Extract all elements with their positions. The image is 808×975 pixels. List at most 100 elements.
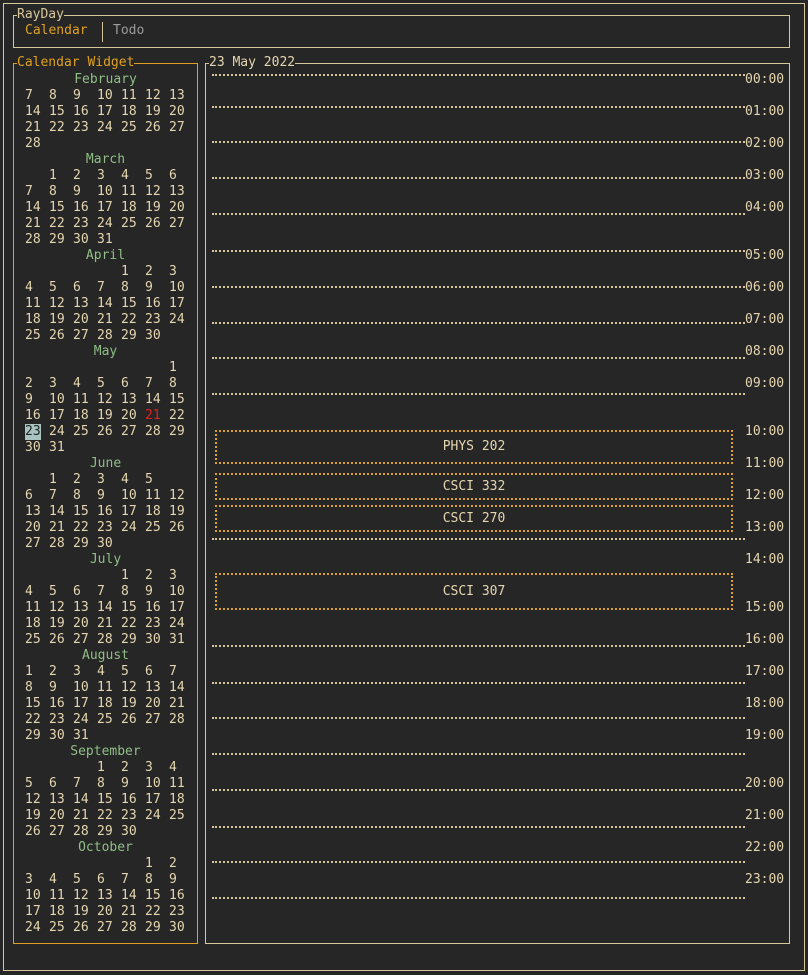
day-cell[interactable]: 17: [49, 408, 65, 424]
day-cell[interactable]: 21: [97, 312, 113, 328]
day-cell[interactable]: 7: [145, 376, 153, 392]
day-cell[interactable]: 27: [145, 712, 161, 728]
day-cell[interactable]: 24: [73, 712, 89, 728]
day-cell[interactable]: 3: [145, 760, 153, 776]
day-cell[interactable]: 29: [121, 632, 137, 648]
day-cell[interactable]: 13: [73, 296, 89, 312]
day-cell[interactable]: 20: [97, 904, 113, 920]
day-cell[interactable]: 27: [49, 824, 65, 840]
day-cell[interactable]: 6: [121, 376, 129, 392]
day-cell[interactable]: 7: [49, 488, 57, 504]
day-cell[interactable]: 4: [121, 168, 129, 184]
day-cell[interactable]: 10: [25, 888, 41, 904]
day-cell[interactable]: 15: [169, 392, 185, 408]
day-cell[interactable]: 15: [121, 296, 137, 312]
day-cell[interactable]: 11: [145, 488, 161, 504]
day-cell[interactable]: 13: [169, 88, 185, 104]
day-cell[interactable]: 1: [97, 760, 105, 776]
day-cell[interactable]: 19: [49, 616, 65, 632]
day-cell[interactable]: 28: [73, 824, 89, 840]
tab-todo[interactable]: Todo: [113, 23, 144, 39]
day-cell[interactable]: 20: [73, 616, 89, 632]
day-cell[interactable]: 26: [169, 520, 185, 536]
day-cell[interactable]: 22: [49, 216, 65, 232]
day-cell[interactable]: 20: [169, 104, 185, 120]
day-cell[interactable]: 20: [73, 312, 89, 328]
day-cell[interactable]: 31: [49, 440, 65, 456]
day-cell[interactable]: 16: [97, 504, 113, 520]
day-cell[interactable]: 9: [73, 88, 81, 104]
day-cell[interactable]: 4: [25, 280, 33, 296]
day-cell[interactable]: 30: [145, 328, 161, 344]
day-cell[interactable]: 15: [73, 504, 89, 520]
day-cell[interactable]: 30: [169, 920, 185, 936]
day-cell[interactable]: 23: [145, 616, 161, 632]
day-cell[interactable]: 21: [121, 904, 137, 920]
day-cell[interactable]: 24: [169, 312, 185, 328]
day-cell[interactable]: 28: [97, 632, 113, 648]
day-cell[interactable]: 11: [121, 184, 137, 200]
day-cell[interactable]: 5: [97, 376, 105, 392]
day-cell[interactable]: 1: [145, 856, 153, 872]
day-cell[interactable]: 17: [73, 696, 89, 712]
day-cell[interactable]: 17: [97, 104, 113, 120]
day-cell[interactable]: 24: [97, 120, 113, 136]
day-cell[interactable]: 4: [121, 472, 129, 488]
day-cell[interactable]: 27: [169, 216, 185, 232]
day-cell[interactable]: 25: [25, 328, 41, 344]
day-cell[interactable]: 25: [121, 216, 137, 232]
day-cell[interactable]: 11: [97, 680, 113, 696]
day-cell[interactable]: 25: [49, 920, 65, 936]
day-cell[interactable]: 16: [145, 296, 161, 312]
day-cell[interactable]: 29: [145, 920, 161, 936]
day-cell[interactable]: 19: [121, 696, 137, 712]
day-cell[interactable]: 6: [97, 872, 105, 888]
day-cell[interactable]: 5: [121, 664, 129, 680]
day-cell[interactable]: 1: [49, 168, 57, 184]
day-cell[interactable]: 14: [25, 200, 41, 216]
day-cell[interactable]: 28: [169, 712, 185, 728]
day-cell[interactable]: 12: [145, 184, 161, 200]
day-cell[interactable]: 18: [25, 616, 41, 632]
day-cell[interactable]: 30: [145, 632, 161, 648]
day-cell[interactable]: 30: [25, 440, 41, 456]
day-cell[interactable]: 8: [121, 584, 129, 600]
day-cell[interactable]: 14: [121, 888, 137, 904]
day-cell[interactable]: 2: [25, 376, 33, 392]
day-cell[interactable]: 14: [73, 792, 89, 808]
day-cell[interactable]: 1: [121, 264, 129, 280]
day-cell[interactable]: 27: [97, 920, 113, 936]
day-cell[interactable]: 14: [169, 680, 185, 696]
day-cell[interactable]: 23: [73, 216, 89, 232]
event-block[interactable]: CSCI 307: [215, 573, 733, 610]
day-cell[interactable]: 8: [49, 184, 57, 200]
day-cell[interactable]: 3: [49, 376, 57, 392]
day-cell[interactable]: 11: [49, 888, 65, 904]
day-cell[interactable]: 9: [121, 776, 129, 792]
day-cell[interactable]: 8: [169, 376, 177, 392]
day-cell[interactable]: 25: [73, 424, 89, 440]
tab-calendar[interactable]: Calendar: [25, 23, 88, 39]
day-cell[interactable]: 6: [73, 280, 81, 296]
day-cell[interactable]: 5: [145, 168, 153, 184]
day-cell[interactable]: 21: [73, 808, 89, 824]
day-cell[interactable]: 19: [49, 312, 65, 328]
day-cell[interactable]: 13: [25, 504, 41, 520]
day-cell[interactable]: 28: [97, 328, 113, 344]
day-cell[interactable]: 21: [145, 408, 161, 424]
day-cell[interactable]: 3: [97, 472, 105, 488]
event-block[interactable]: CSCI 270: [215, 505, 733, 532]
day-cell[interactable]: 19: [97, 408, 113, 424]
day-cell[interactable]: 10: [145, 776, 161, 792]
day-cell[interactable]: 18: [73, 408, 89, 424]
day-cell[interactable]: 22: [49, 120, 65, 136]
day-cell[interactable]: 21: [25, 120, 41, 136]
day-cell[interactable]: 26: [25, 824, 41, 840]
day-cell[interactable]: 12: [97, 392, 113, 408]
day-cell[interactable]: 22: [121, 312, 137, 328]
day-cell[interactable]: 2: [73, 472, 81, 488]
day-cell[interactable]: 21: [25, 216, 41, 232]
day-cell[interactable]: 17: [121, 504, 137, 520]
day-cell[interactable]: 22: [145, 904, 161, 920]
day-cell[interactable]: 29: [73, 536, 89, 552]
